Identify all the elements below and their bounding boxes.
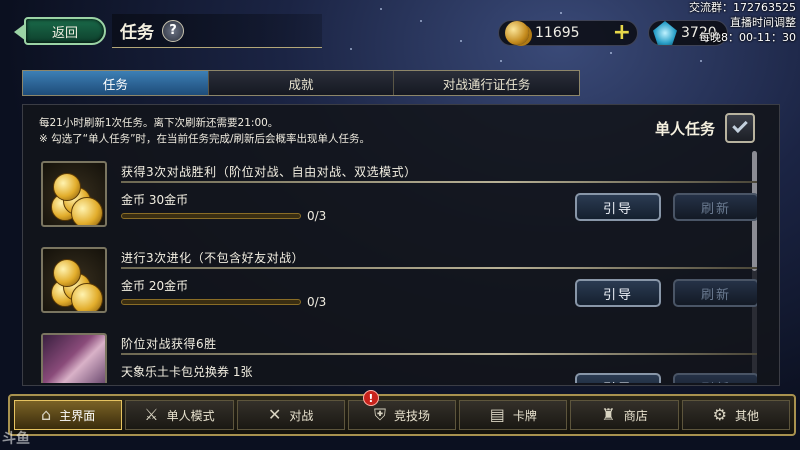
nav-label: 对战 <box>289 408 314 423</box>
quest-title: 进行3次进化（不包含好友对战） <box>121 251 305 265</box>
guide-button[interactable]: 引导 <box>575 279 661 307</box>
quest-reward: 金币 20金币 <box>121 279 189 293</box>
nav-battle[interactable]: ✕ 对战 <box>236 400 345 430</box>
nav-label: 卡牌 <box>512 408 537 423</box>
refresh-info: 每21小时刷新1次任务。离下次刷新还需要21:00。 ※ 勾选了“单人任务”时，… <box>39 115 370 147</box>
gold-balance: 11695 + <box>498 20 638 46</box>
stream-schedule-time: 每晚8：00-11：30 <box>699 31 796 44</box>
nav-label: 主界面 <box>59 408 96 423</box>
nav-cards[interactable]: ▤ 卡牌 <box>459 400 568 430</box>
tab-missions[interactable]: 任务 <box>23 71 209 95</box>
divider <box>121 353 757 355</box>
quest-progress-bar <box>121 213 301 219</box>
nav-label: 其他 <box>734 408 759 423</box>
quest-progress-bar <box>121 299 301 305</box>
crossed-swords-icon: ✕ <box>267 405 282 424</box>
arena-shield-icon: ⛨ <box>373 405 386 424</box>
quest-item: 获得3次对战胜利（阶位对战、自由对战、双选模式） 金币 30金币 0/3 引导 … <box>37 157 757 233</box>
gold-coins-icon <box>41 247 107 313</box>
nav-label: 竞技场 <box>393 408 430 423</box>
quest-title: 阶位对战获得6胜 <box>121 337 217 351</box>
single-task-label: 单人任务 <box>654 119 715 138</box>
back-button[interactable]: 返回 <box>14 17 106 45</box>
help-icon[interactable]: ? <box>162 19 184 42</box>
single-task-note: ※ 勾选了“单人任务”时，在当前任务完成/刷新后会概率出现单人任务。 <box>39 133 371 145</box>
refresh-timer-text: 每21小时刷新1次任务。离下次刷新还需要21:00。 <box>39 117 279 129</box>
nav-label: 单人模式 <box>166 408 215 423</box>
quest-reward: 金币 30金币 <box>121 193 189 207</box>
stream-schedule-note: 直播时间调整 <box>730 16 796 29</box>
stream-watermark: 斗鱼 <box>2 431 30 447</box>
quest-progress-text: 0/3 <box>307 295 327 309</box>
quest-item: 进行3次进化（不包含好友对战） 金币 20金币 0/3 引导 刷新 <box>37 243 757 319</box>
nav-home[interactable]: ⌂ 主界面 <box>14 400 123 430</box>
guide-button[interactable]: 引导 <box>575 193 661 221</box>
stream-group-number: 交流群：172763525 <box>689 1 796 14</box>
divider <box>121 267 757 269</box>
quest-item: 阶位对战获得6胜 天象乐土卡包兑换券 1张 引导 刷新 <box>37 329 757 383</box>
quest-reward: 天象乐土卡包兑换券 1张 <box>121 365 253 379</box>
refresh-button[interactable]: 刷新 <box>673 279 757 307</box>
add-gold-button[interactable]: + <box>613 22 631 44</box>
page-header: 任务 ? <box>112 14 322 48</box>
cards-icon: ▤ <box>489 405 505 424</box>
divider <box>121 181 757 183</box>
quest-list: 获得3次对战胜利（阶位对战、自由对战、双选模式） 金币 30金币 0/3 引导 … <box>37 157 757 383</box>
gold-coin-icon <box>505 21 529 45</box>
nav-shop[interactable]: ♜ 商店 <box>570 400 679 430</box>
notification-badge: ! <box>362 390 379 406</box>
gold-amount: 11695 <box>535 25 580 41</box>
page-title: 任务 <box>120 23 154 43</box>
single-task-toggle: 单人任务 <box>655 113 755 143</box>
mission-panel: 每21小时刷新1次任务。离下次刷新还需要21:00。 ※ 勾选了“单人任务”时，… <box>22 104 780 386</box>
card-pack-icon <box>41 333 107 383</box>
nav-arena[interactable]: ! ⛨ 竞技场 <box>347 390 457 430</box>
checkmark-icon <box>732 117 748 133</box>
refresh-button[interactable]: 刷新 <box>673 373 757 383</box>
other-icon: ⚙ <box>712 405 727 424</box>
tab-battle-pass-missions[interactable]: 对战通行证任务 <box>394 71 580 95</box>
gold-coins-icon <box>41 161 107 227</box>
crystal-icon <box>653 21 677 45</box>
home-icon: ⌂ <box>41 405 52 424</box>
nav-single-player[interactable]: ⚔ 单人模式 <box>125 400 234 430</box>
shop-icon: ♜ <box>601 405 616 424</box>
single-task-checkbox[interactable] <box>725 113 755 143</box>
stream-overlay-text: 交流群：172763525 直播时间调整 每晚8：00-11：30 <box>689 0 796 45</box>
refresh-button[interactable]: 刷新 <box>673 193 757 221</box>
quest-title: 获得3次对战胜利（阶位对战、自由对战、双选模式） <box>121 165 417 179</box>
nav-label: 商店 <box>623 408 648 423</box>
mission-tabs: 任务 成就 对战通行证任务 <box>22 70 580 96</box>
sword-icon: ⚔ <box>144 405 159 424</box>
nav-other[interactable]: ⚙ 其他 <box>681 400 790 430</box>
tab-achievements[interactable]: 成就 <box>208 71 395 95</box>
guide-button[interactable]: 引导 <box>575 373 661 383</box>
quest-progress-text: 0/3 <box>307 209 327 223</box>
bottom-navigation: ⌂ 主界面 ⚔ 单人模式 ✕ 对战 ! ⛨ 竞技场 ▤ 卡牌 ♜ 商店 ⚙ 其他 <box>8 390 796 436</box>
